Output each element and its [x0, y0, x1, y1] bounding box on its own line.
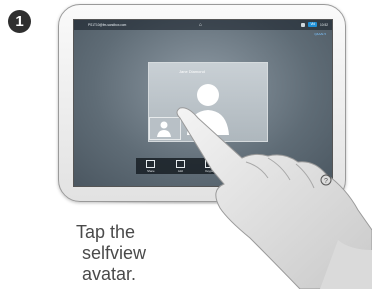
status-time: 10:52 — [320, 22, 328, 27]
status-bar: PS1T10@fm-sandbox.com ⌂ Vid 10:52 — [74, 20, 332, 30]
remote-participant-name: Jane Diamond — [179, 69, 205, 74]
home-icon[interactable]: ⌂ — [199, 22, 202, 28]
caption-line-3: avatar. — [82, 264, 137, 284]
status-icons: Vid 10:52 — [301, 22, 328, 27]
caption-line-1: Tap the — [76, 222, 136, 242]
caption-line-2: selfview — [82, 243, 147, 263]
instruction-caption: Tap the selfview avatar. — [76, 222, 186, 285]
step-number-badge: 1 — [8, 10, 31, 33]
status-subtext: Q&A/E 5 — [314, 32, 326, 36]
svg-text:?: ? — [324, 178, 328, 185]
signal-icon — [301, 22, 306, 27]
status-badge: Vid — [308, 22, 318, 27]
status-address: PS1T10@fm-sandbox.com — [88, 23, 127, 27]
